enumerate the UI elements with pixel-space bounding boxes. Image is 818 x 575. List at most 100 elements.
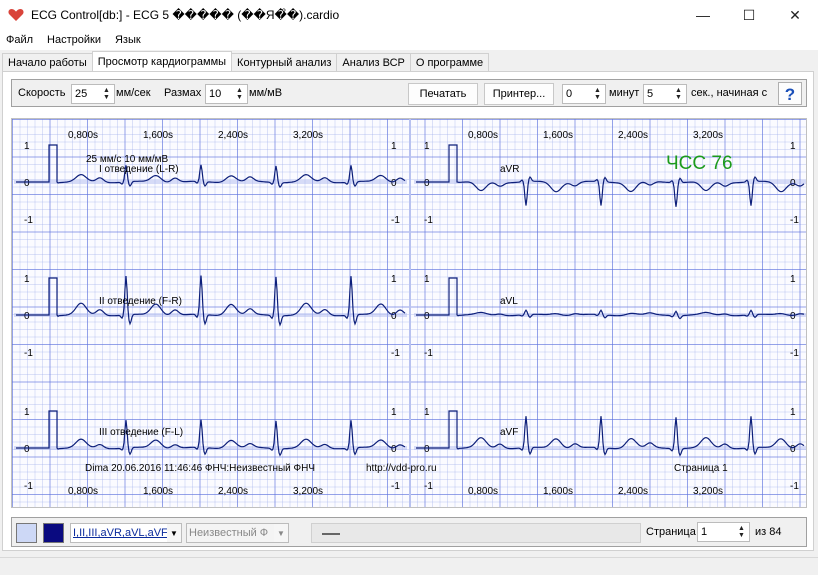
amplitude-unit: мм/мВ [249,87,283,99]
minutes-spinner[interactable]: 0 ▲ ▼ [562,84,606,104]
menu-settings[interactable]: Настройки [47,34,101,46]
y-tick-label: -1 [790,481,799,492]
tab-about[interactable]: О программе [409,53,490,71]
time-tick-bottom-left-2: 1,600s [143,486,174,497]
spin-arrows-icon[interactable]: ▲ ▼ [100,86,113,102]
page-info: Страница 1 [674,463,728,474]
minutes-label: минут [609,87,640,99]
printer-button[interactable]: Принтер... [484,83,554,105]
time-tick-bottom-right-1: 0,800s [468,486,499,497]
filter-select-value: Неизвестный Ф [189,527,269,539]
menu-file[interactable]: Файл [6,34,33,46]
status-bar [0,557,818,575]
y-tick-label: -1 [790,215,799,226]
y-tick-label: 1 [790,141,796,152]
time-tick-top-right-4: 3,200s [693,130,724,141]
y-tick-label: 1 [391,274,397,285]
tab-view-ecg[interactable]: Просмотр кардиограммы [91,51,233,71]
tab-start[interactable]: Начало работы [2,53,93,71]
y-tick-label: -1 [391,348,400,359]
tab-hrv-analysis[interactable]: Анализ ВСР [336,53,411,71]
chevron-down-icon[interactable]: ▼ [274,524,288,542]
trace-color-swatch[interactable] [43,523,64,543]
ecg-grid: 1 0 -1 1 0 -1 1 0 -1 1 0 -1 1 0 -1 1 0 -1 1 0 -1 1 0 -1 1 0 -1 1 0 -1… [11,118,807,508]
y-tick-label: 1 [24,407,30,418]
y-tick-label: 0 [790,444,796,455]
spin-arrows-icon[interactable]: ▲ ▼ [591,86,604,102]
lead-label-iii: III отведение (F-L) [99,427,184,438]
spin-arrows-icon[interactable]: ▲ ▼ [735,524,748,540]
time-tick-bottom-left-1: 0,800s [68,486,99,497]
y-tick-label: 1 [391,407,397,418]
y-tick-label: 1 [424,141,430,152]
minutes-value: 0 [566,88,573,100]
tab-contour-analysis[interactable]: Контурный анализ [231,53,338,71]
svg-text:?: ? [785,85,795,103]
minimize-button[interactable]: — [680,0,726,30]
patient-info: Dima 20.06.2016 11:46:46 ФНЧ:Неизвестный… [85,463,316,474]
y-tick-label: 0 [424,311,430,322]
filter-select[interactable]: Неизвестный Ф ▼ [186,523,289,543]
time-tick-bottom-left-4: 3,200s [293,486,324,497]
help-button[interactable]: ? [778,82,802,105]
time-tick-bottom-right-4: 3,200s [693,486,724,497]
y-tick-label: -1 [424,215,433,226]
y-tick-label: 1 [391,141,397,152]
y-tick-label: 1 [424,274,430,285]
background-color-swatch[interactable] [16,523,37,543]
menu-bar: Файл Настройки Язык [0,30,818,50]
y-tick-label: 0 [24,444,30,455]
seconds-spinner[interactable]: 5 ▲ ▼ [643,84,687,104]
seconds-value: 5 [647,88,654,100]
page-label: Страница [646,526,696,538]
ecg-trace [416,144,805,207]
y-tick-label: 0 [424,178,430,189]
spin-arrows-icon[interactable]: ▲ ▼ [672,86,685,102]
y-tick-label: -1 [391,481,400,492]
amplitude-value: 10 [209,88,222,100]
time-tick-top-right-3: 2,400s [618,130,649,141]
y-tick-label: 0 [790,311,796,322]
speed-unit: мм/сек [116,87,151,99]
y-tick-label: -1 [790,348,799,359]
time-tick-top-left-4: 3,200s [293,130,324,141]
leads-select[interactable]: I,II,III,aVR,aVL,aVF ▼ [70,523,182,543]
lead-label-avl: aVL [500,296,518,307]
y-tick-label: -1 [424,481,433,492]
position-scrollbar[interactable] [311,523,641,543]
help-icon: ? [785,85,795,103]
leads-select-value: I,II,III,aVR,aVL,aVF [73,527,168,539]
close-button[interactable]: ✕ [772,0,818,30]
time-tick-top-left-3: 2,400s [218,130,249,141]
window-title: ECG Control[db:] - ECG 5 ����� (��Я�̊�).… [31,8,340,22]
amplitude-spinner[interactable]: 10 ▲ ▼ [205,84,248,104]
site-url: http://vdd-pro.ru [366,463,437,474]
scrollbar-thumb[interactable] [322,533,340,535]
spin-arrows-icon[interactable]: ▲ ▼ [233,86,246,102]
maximize-button[interactable]: ☐ [726,0,772,30]
speed-spinner[interactable]: 25 ▲ ▼ [71,84,115,104]
chevron-down-icon[interactable]: ▼ [167,524,181,542]
lead-label-ii: II отведение (F-R) [99,296,182,307]
page-total: из 84 [755,526,782,538]
print-button[interactable]: Печатать [408,83,478,105]
ecg-trace [416,277,805,320]
amplitude-label: Размах [164,87,202,99]
page-spinner[interactable]: 1 ▲ ▼ [697,522,750,542]
y-tick-label: 1 [24,274,30,285]
page-value: 1 [701,526,708,538]
time-tick-bottom-right-3: 2,400s [618,486,649,497]
tab-strip: Начало работы Просмотр кардиограммы Конт… [0,51,818,71]
y-tick-label: -1 [24,215,33,226]
ecg-view-panel: Скорость 25 ▲ ▼ мм/сек Размах 10 ▲ ▼ мм/мВ… [2,71,814,551]
lead-label-avf: aVF [500,427,519,438]
bottom-control-bar: I,II,III,aVR,aVL,aVF ▼ Неизвестный Ф ▼ С… [11,517,807,547]
y-tick-label: 0 [24,178,30,189]
y-tick-label: -1 [24,481,33,492]
time-tick-top-right-1: 0,800s [468,130,499,141]
lead-label-i: I отведение (L-R) [99,164,179,175]
speed-value: 25 [75,88,88,100]
time-tick-top-left-1: 0,800s [68,130,99,141]
menu-language[interactable]: Язык [115,34,141,46]
title-bar: ECG Control[db:] - ECG 5 ����� (��Я�̊�).… [0,0,818,30]
